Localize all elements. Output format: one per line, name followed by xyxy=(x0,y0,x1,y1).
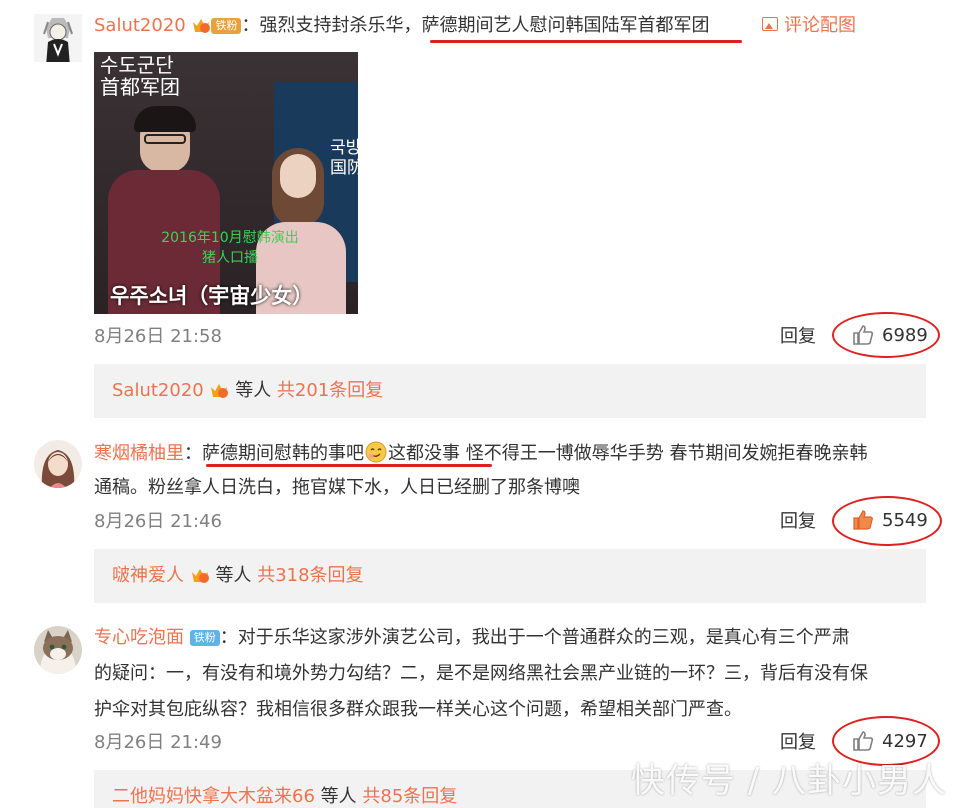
reply-button[interactable]: 回复 xyxy=(780,732,816,754)
comment-sep: ： xyxy=(184,443,202,464)
red-underline xyxy=(430,40,742,43)
reply-count[interactable]: 共318条回复 xyxy=(257,565,363,586)
comment-text-line3: 护伞对其包庇纵容？我相信很多群众跟我一样关心这个问题，希望相关部门严查。 xyxy=(94,699,742,720)
reply-mid: 等人 xyxy=(320,786,357,807)
username[interactable]: 专心吃泡面 xyxy=(94,627,184,648)
crown-icon xyxy=(209,367,229,398)
reply-names[interactable]: 二他妈妈快拿大木盆来66 xyxy=(112,786,315,807)
comment-time: 8月26日 21:46 xyxy=(94,511,222,532)
crown-icon xyxy=(191,16,211,34)
avatar[interactable] xyxy=(34,14,82,62)
reply-button[interactable]: 回复 xyxy=(780,511,816,533)
reply-count[interactable]: 共201条回复 xyxy=(277,380,383,401)
cat-avatar-icon xyxy=(40,630,76,674)
crown-icon xyxy=(190,552,210,583)
reply-names[interactable]: 啵神爱人 xyxy=(112,565,184,586)
red-underline xyxy=(206,464,492,467)
comment-text-line2: 的疑问：一，有没有和境外势力勾结？二，是不是网络黑社会黑产业链的一环？三，背后有… xyxy=(94,663,868,684)
comment-highlight: 萨德期间慰韩的事吧 xyxy=(202,443,364,464)
image-icon xyxy=(762,17,778,31)
comment-image[interactable]: 수도군단 首都军团 국방 国防 2016年10月慰韩演出 猪人口播 우주소녀（宇… xyxy=(94,52,358,314)
comment-highlight: 萨德期间艺人慰问韩国陆军首都军团 xyxy=(421,15,710,36)
comment-header: 专心吃泡面 铁粉 ：对于乐华这家涉外演艺公司，我出于一个普通群众的三观，是真心有三… xyxy=(94,627,850,649)
reply-button[interactable]: 回复 xyxy=(780,326,816,348)
reply-mid: 等人 xyxy=(235,380,272,401)
comment-text: ：强烈支持封杀乐华， xyxy=(241,15,422,36)
red-circle xyxy=(832,496,942,546)
comment-header: Salut2020 铁粉 ：强烈支持封杀乐华，萨德期间艺人慰问韩国陆军首都军团 xyxy=(94,15,709,37)
comment-text-line2: 通稿。粉丝拿人日洗白，拖官媒下水，人日已经删了那条博噢 xyxy=(94,477,580,498)
avatar[interactable] xyxy=(34,440,82,488)
username[interactable]: Salut2020 xyxy=(94,15,186,36)
pic-link-label: 评论配图 xyxy=(784,15,856,36)
smirk-emoji-icon xyxy=(365,441,387,463)
image-caption-bottom: 우주소녀（宇宙少女） xyxy=(110,284,314,308)
comment-highlight-2: 这都没事 xyxy=(388,443,460,464)
reply-names[interactable]: Salut2020 xyxy=(112,380,204,401)
comment-time: 8月26日 21:58 xyxy=(94,326,222,347)
reply-count[interactable]: 共85条回复 xyxy=(362,786,457,807)
comment-pic-link[interactable]: 评论配图 xyxy=(762,15,856,37)
fan-badge: 铁粉 xyxy=(189,630,220,646)
comment-header: 寒烟橘柚里：萨德期间慰韩的事吧 这都没事 怪不得王一博做辱华手势 春节期间发婉拒… xyxy=(94,441,867,465)
red-circle xyxy=(832,312,940,358)
comment-text: ：对于乐华这家涉外演艺公司，我出于一个普通群众的三观，是真心有三个严肃 xyxy=(219,627,850,648)
username[interactable]: 寒烟橘柚里 xyxy=(94,443,184,464)
user-avatar-icon xyxy=(41,450,75,488)
watermark: 快传号 / 八卦小男人 xyxy=(630,761,947,801)
reply-summary[interactable]: Salut2020 等人 共201条回复 xyxy=(94,364,926,418)
avatar[interactable] xyxy=(34,626,82,674)
comment-time: 8月26日 21:49 xyxy=(94,732,222,753)
user-avatar-icon xyxy=(43,18,73,62)
fan-badge: 铁粉 xyxy=(211,18,242,34)
image-caption-right: 국방 国防 xyxy=(330,138,358,178)
image-caption-top: 수도군단 首都军团 xyxy=(100,53,180,99)
image-caption-mid: 2016年10月慰韩演出 猪人口播 xyxy=(161,230,299,266)
comment-text: 怪不得王一博做辱华手势 春节期间发婉拒春晚亲韩 xyxy=(460,443,868,464)
reply-summary[interactable]: 啵神爱人 等人 共318条回复 xyxy=(94,549,926,603)
reply-mid: 等人 xyxy=(215,565,252,586)
